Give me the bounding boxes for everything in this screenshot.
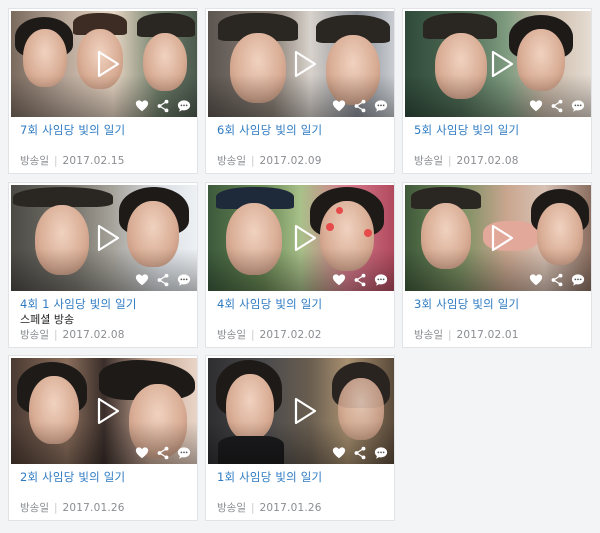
share-icon[interactable]: [353, 446, 367, 460]
broadcast-label: 방송일: [414, 329, 443, 341]
play-icon[interactable]: [486, 49, 516, 79]
separator: |: [447, 328, 452, 341]
play-icon[interactable]: [92, 49, 122, 79]
share-icon[interactable]: [156, 273, 170, 287]
comment-icon[interactable]: [177, 273, 191, 287]
play-icon[interactable]: [289, 49, 319, 79]
episode-thumbnail[interactable]: [208, 185, 394, 291]
comment-icon[interactable]: [177, 446, 191, 460]
play-icon[interactable]: [289, 223, 319, 253]
share-icon[interactable]: [156, 446, 170, 460]
play-icon[interactable]: [92, 396, 122, 426]
broadcast-date-row: 방송일 | 2017.02.08: [20, 327, 125, 342]
broadcast-label: 방송일: [217, 155, 246, 167]
share-icon[interactable]: [550, 273, 564, 287]
comment-icon[interactable]: [177, 99, 191, 113]
share-icon[interactable]: [550, 99, 564, 113]
separator: |: [250, 328, 255, 341]
episode-card[interactable]: 4회 사임당 빛의 일기 방송일 | 2017.02.02: [205, 182, 395, 348]
episode-card[interactable]: 2회 사임당 빛의 일기 방송일 | 2017.01.26: [8, 355, 198, 521]
episode-thumbnail[interactable]: [11, 185, 197, 291]
episode-card[interactable]: 4회 1 사임당 빛의 일기 스페셜 방송 방송일 | 2017.02.08: [8, 182, 198, 348]
comment-icon[interactable]: [374, 273, 388, 287]
broadcast-date: 2017.02.01: [456, 328, 519, 341]
broadcast-date-row: 방송일 | 2017.02.08: [414, 153, 519, 168]
episode-grid: 7회 사임당 빛의 일기 방송일 | 2017.02.15 6회 사임당 빛의 …: [0, 0, 600, 533]
broadcast-date-row: 방송일 | 2017.01.26: [217, 500, 322, 515]
separator: |: [53, 501, 58, 514]
broadcast-label: 방송일: [20, 329, 49, 341]
share-icon[interactable]: [353, 273, 367, 287]
broadcast-label: 방송일: [217, 329, 246, 341]
broadcast-date: 2017.02.08: [456, 154, 519, 167]
episode-subtitle: 스페셜 방송: [20, 313, 75, 326]
broadcast-label: 방송일: [414, 155, 443, 167]
broadcast-date-row: 방송일 | 2017.02.09: [217, 153, 322, 168]
play-icon[interactable]: [289, 396, 319, 426]
separator: |: [53, 154, 58, 167]
episode-title[interactable]: 1회 사임당 빛의 일기: [217, 469, 322, 485]
episode-card[interactable]: 3회 사임당 빛의 일기 방송일 | 2017.02.01: [402, 182, 592, 348]
broadcast-date: 2017.01.26: [62, 501, 125, 514]
episode-title[interactable]: 7회 사임당 빛의 일기: [20, 122, 125, 138]
episode-title[interactable]: 3회 사임당 빛의 일기: [414, 296, 519, 312]
heart-icon[interactable]: [332, 446, 346, 460]
play-icon[interactable]: [486, 223, 516, 253]
heart-icon[interactable]: [529, 273, 543, 287]
episode-card[interactable]: 5회 사임당 빛의 일기 방송일 | 2017.02.08: [402, 8, 592, 174]
episode-title[interactable]: 2회 사임당 빛의 일기: [20, 469, 125, 485]
share-icon[interactable]: [156, 99, 170, 113]
separator: |: [53, 328, 58, 341]
episode-title[interactable]: 4회 사임당 빛의 일기: [217, 296, 322, 312]
episode-thumbnail[interactable]: [405, 185, 591, 291]
broadcast-date: 2017.01.26: [259, 501, 322, 514]
episode-title[interactable]: 4회 1 사임당 빛의 일기: [20, 296, 137, 312]
episode-card[interactable]: 7회 사임당 빛의 일기 방송일 | 2017.02.15: [8, 8, 198, 174]
broadcast-date: 2017.02.08: [62, 328, 125, 341]
broadcast-date-row: 방송일 | 2017.02.01: [414, 327, 519, 342]
broadcast-date-row: 방송일 | 2017.01.26: [20, 500, 125, 515]
heart-icon[interactable]: [332, 99, 346, 113]
separator: |: [250, 154, 255, 167]
heart-icon[interactable]: [332, 273, 346, 287]
comment-icon[interactable]: [571, 273, 585, 287]
comment-icon[interactable]: [374, 99, 388, 113]
heart-icon[interactable]: [135, 99, 149, 113]
episode-thumbnail[interactable]: [11, 358, 197, 464]
comment-icon[interactable]: [571, 99, 585, 113]
episode-thumbnail[interactable]: [208, 358, 394, 464]
heart-icon[interactable]: [135, 446, 149, 460]
heart-icon[interactable]: [135, 273, 149, 287]
episode-card[interactable]: 6회 사임당 빛의 일기 방송일 | 2017.02.09: [205, 8, 395, 174]
episode-title[interactable]: 5회 사임당 빛의 일기: [414, 122, 519, 138]
broadcast-label: 방송일: [217, 502, 246, 514]
comment-icon[interactable]: [374, 446, 388, 460]
broadcast-label: 방송일: [20, 502, 49, 514]
heart-icon[interactable]: [529, 99, 543, 113]
broadcast-date-row: 방송일 | 2017.02.02: [217, 327, 322, 342]
episode-title[interactable]: 6회 사임당 빛의 일기: [217, 122, 322, 138]
share-icon[interactable]: [353, 99, 367, 113]
broadcast-date: 2017.02.09: [259, 154, 322, 167]
separator: |: [250, 501, 255, 514]
play-icon[interactable]: [92, 223, 122, 253]
broadcast-date: 2017.02.02: [259, 328, 322, 341]
episode-card[interactable]: 1회 사임당 빛의 일기 방송일 | 2017.01.26: [205, 355, 395, 521]
broadcast-label: 방송일: [20, 155, 49, 167]
episode-thumbnail[interactable]: [208, 11, 394, 117]
episode-thumbnail[interactable]: [11, 11, 197, 117]
episode-thumbnail[interactable]: [405, 11, 591, 117]
separator: |: [447, 154, 452, 167]
broadcast-date: 2017.02.15: [62, 154, 125, 167]
broadcast-date-row: 방송일 | 2017.02.15: [20, 153, 125, 168]
